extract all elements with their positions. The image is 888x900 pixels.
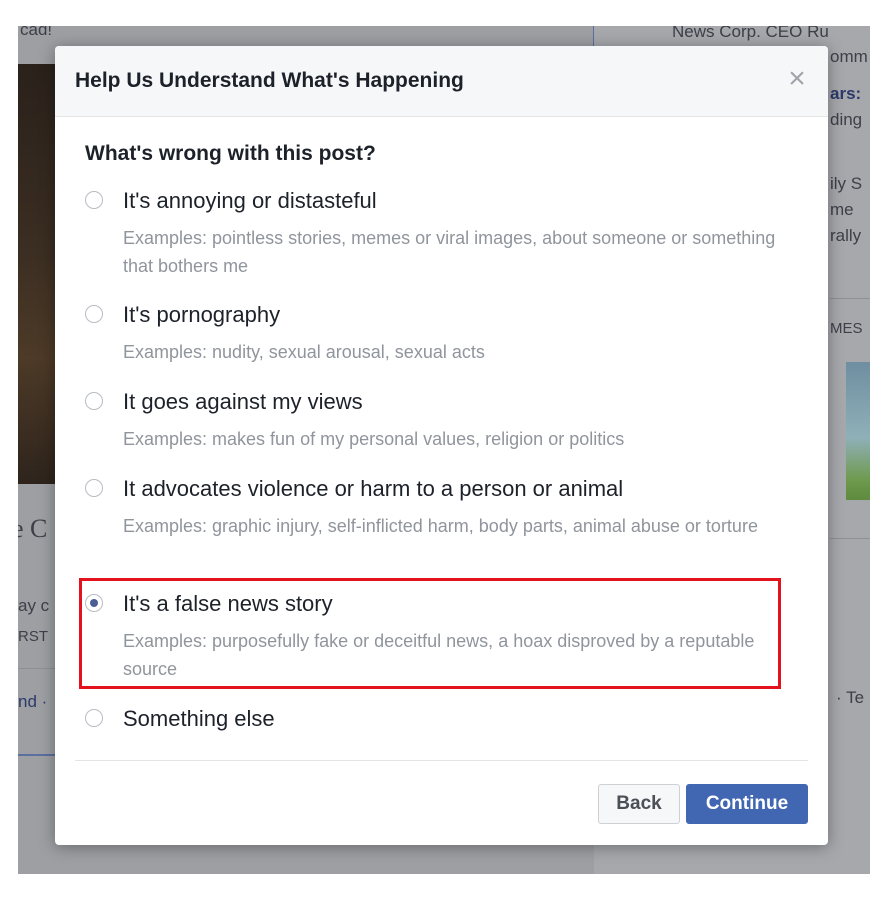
background-text: ay c (18, 596, 50, 615)
dialog-header: Help Us Understand What's Happening × (55, 46, 828, 117)
radio-button[interactable] (85, 305, 103, 323)
dialog-title: Help Us Understand What's Happening (75, 69, 464, 92)
option-description: Examples: makes fun of my personal value… (123, 429, 625, 449)
option-label[interactable]: It's pornography (123, 302, 280, 328)
background-headline: News Corp. CEO Ru (672, 26, 829, 41)
background-text: omm (830, 47, 868, 66)
back-button[interactable]: Back (598, 784, 680, 824)
background-photo (18, 64, 58, 484)
option-description: Examples: graphic injury, self-inflicted… (123, 516, 758, 536)
option-description: Examples: purposefully fake or deceitful… (123, 631, 755, 679)
radio-button-selected[interactable] (85, 594, 103, 612)
option-label[interactable]: It goes against my views (123, 389, 363, 415)
radio-button[interactable] (85, 191, 103, 209)
option-label[interactable]: It's annoying or distasteful (123, 188, 377, 214)
background-divider (18, 668, 58, 669)
footer-divider (75, 760, 808, 761)
radio-button[interactable] (85, 392, 103, 410)
option-label[interactable]: It's a false news story (123, 591, 333, 617)
question-heading: What's wrong with this post? (85, 142, 376, 165)
option-description: Examples: nudity, sexual arousal, sexual… (123, 342, 485, 362)
background-text: rally (830, 226, 862, 245)
continue-button[interactable]: Continue (686, 784, 808, 824)
option-label[interactable]: Something else (123, 706, 275, 732)
background-text: ars: (830, 84, 862, 103)
background-divider (830, 538, 870, 539)
background-text: · Te (836, 688, 865, 707)
background-text: ding (830, 110, 863, 129)
background-link: nd · (18, 692, 48, 711)
close-icon[interactable]: × (784, 64, 810, 94)
background-section-header: MES (830, 320, 863, 337)
background-text: ily S (830, 174, 863, 193)
option-label[interactable]: It advocates violence or harm to a perso… (123, 476, 623, 502)
background-text: e C (18, 514, 48, 543)
background-divider (830, 298, 870, 299)
report-dialog: Help Us Understand What's Happening × Wh… (55, 46, 828, 845)
background-divider (18, 754, 58, 756)
background-text: RST (18, 628, 48, 645)
background-text: me (830, 200, 854, 219)
option-description: Examples: pointless stories, memes or vi… (123, 228, 776, 276)
radio-button[interactable] (85, 709, 103, 727)
background-text: cad! (20, 26, 53, 39)
background-thumbnail (846, 362, 870, 500)
radio-button[interactable] (85, 479, 103, 497)
